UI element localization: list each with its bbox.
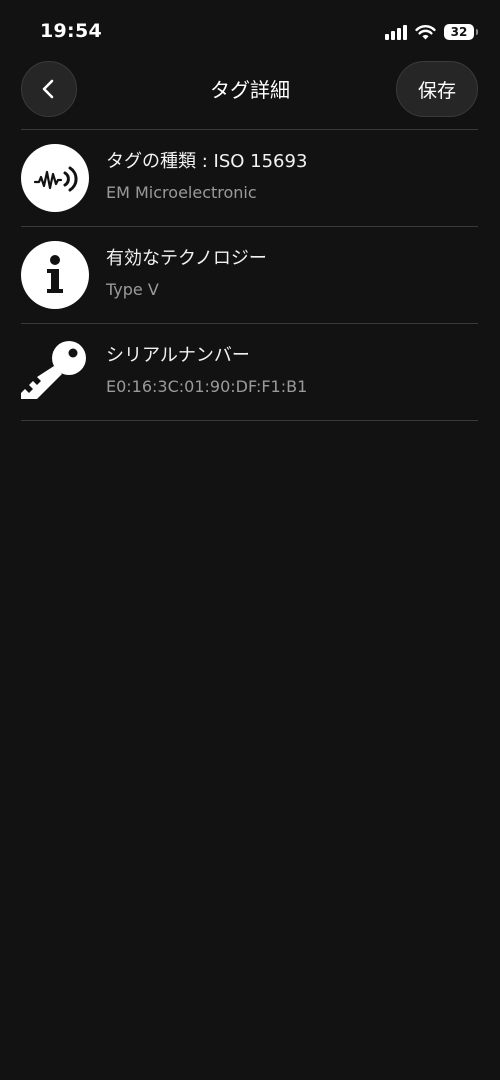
technology-label: 有効なテクノロジー [106, 248, 267, 269]
nfc-signal-icon [21, 144, 89, 212]
battery-level: 32 [450, 25, 468, 39]
tag-type-label: タグの種類 : ISO 15693 [106, 151, 308, 172]
save-button[interactable]: 保存 [396, 61, 478, 117]
row-text: 有効なテクノロジー Type V [106, 247, 267, 301]
list-item-serial-number: シリアルナンバー E0:16:3C:01:90:DF:F1:B1 [21, 324, 478, 421]
nav-bar: タグ詳細 保存 [0, 60, 500, 120]
status-bar: 19:54 32 [0, 0, 500, 60]
row-text: タグの種類 : ISO 15693 EM Microelectronic [106, 150, 307, 204]
battery-icon: 32 [444, 24, 478, 40]
serial-number-label: シリアルナンバー [106, 345, 250, 366]
serial-number-value: E0:16:3C:01:90:DF:F1:B1 [106, 377, 308, 396]
tag-manufacturer: EM Microelectronic [106, 183, 257, 202]
tag-detail-list: タグの種類 : ISO 15693 EM Microelectronic 有効な… [21, 129, 478, 421]
status-time: 19:54 [40, 20, 102, 42]
status-icons: 32 [385, 22, 478, 42]
wifi-icon [415, 25, 436, 40]
list-item-technology: 有効なテクノロジー Type V [21, 227, 478, 324]
key-icon [21, 338, 89, 406]
technology-value: Type V [106, 280, 159, 299]
list-item-tag-type: タグの種類 : ISO 15693 EM Microelectronic [21, 130, 478, 227]
info-icon [21, 241, 89, 309]
signal-icon [385, 25, 407, 40]
row-text: シリアルナンバー E0:16:3C:01:90:DF:F1:B1 [106, 344, 307, 398]
